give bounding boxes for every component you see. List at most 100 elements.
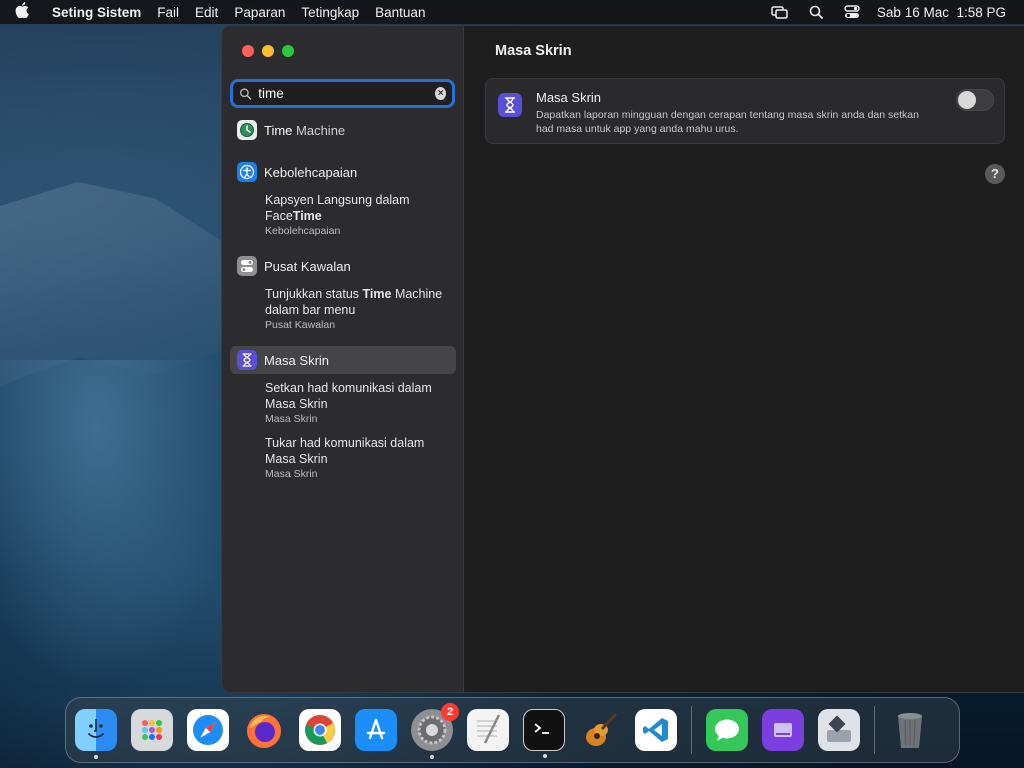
menu-clock[interactable]: Sab 16 Mac 1:58 PG (877, 5, 1006, 20)
dock-messages[interactable] (706, 709, 748, 751)
dock-separator (691, 706, 692, 754)
app-store-icon (366, 718, 386, 740)
time-machine-icon (237, 120, 257, 140)
running-indicator (430, 755, 434, 759)
menu-app-name[interactable]: Seting Sistem (44, 5, 149, 20)
result-group-screen-time: Masa Skrin Setkan had komunikasi dalam M… (230, 346, 456, 481)
subitem-title: Kapsyen Langsung dalam Face (265, 193, 410, 223)
search-input[interactable] (258, 86, 436, 101)
zoom-window-button[interactable] (282, 45, 294, 57)
screen-time-toggle[interactable] (956, 89, 994, 111)
sidebar: × Time Machine Kebolehcapaian (222, 26, 464, 692)
card-title: Masa Skrin (536, 90, 602, 105)
dock-terminal[interactable] (523, 709, 565, 758)
result-subitem[interactable]: Tukar had komunikasi dalam Masa Skrin Ma… (230, 435, 456, 481)
dock-trash[interactable] (889, 709, 931, 751)
vscode-icon (643, 718, 668, 742)
spotlight-search-icon[interactable] (805, 3, 827, 21)
menu-paparan[interactable]: Paparan (226, 5, 293, 20)
subitem-highlight: Time (362, 287, 392, 301)
terminal-icon (534, 723, 549, 734)
system-settings-window: × Time Machine Kebolehcapaian (221, 25, 1024, 693)
screen-time-card: Masa Skrin Dapatkan laporan mingguan den… (485, 78, 1005, 144)
result-time-machine[interactable]: Time Machine (230, 116, 456, 144)
menu-edit[interactable]: Edit (187, 5, 226, 20)
subitem-crumb: Pusat Kawalan (265, 319, 336, 331)
subitem-title: Setkan had komunikasi dalam Masa Skrin (265, 381, 432, 411)
dock-textedit[interactable] (467, 709, 509, 751)
dock-garageband[interactable] (579, 709, 621, 751)
control-center-icon (237, 256, 257, 276)
subitem-title: Tukar had komunikasi dalam Masa Skrin (265, 436, 425, 466)
subitem-crumb: Masa Skrin (265, 413, 318, 425)
search-icon (239, 87, 252, 100)
accessibility-icon (237, 162, 257, 182)
result-control-center[interactable]: Pusat Kawalan (230, 252, 456, 280)
dock-launchpad[interactable] (131, 709, 173, 751)
subitem-highlight: Time (292, 209, 322, 223)
subitem-crumb: Masa Skrin (265, 468, 318, 480)
chrome-icon (305, 715, 335, 745)
result-group-accessibility: Kebolehcapaian Kapsyen Langsung dalam Fa… (230, 158, 456, 238)
result-subitem[interactable]: Tunjukkan status Time Machine dalam bar … (230, 286, 456, 332)
window-controls (242, 45, 294, 57)
guitar-icon (586, 712, 618, 746)
messages-icon (715, 719, 739, 741)
dock-firefox[interactable] (243, 709, 285, 751)
result-screen-time[interactable]: Masa Skrin (230, 346, 456, 374)
clear-search-icon[interactable]: × (435, 87, 446, 100)
minimize-window-button[interactable] (262, 45, 274, 57)
hourglass-icon (498, 93, 522, 117)
textedit-icon (477, 714, 501, 744)
dock-separator (874, 706, 875, 754)
dock: 2 (65, 697, 960, 763)
menu-tetingkap[interactable]: Tetingkap (293, 5, 367, 20)
dock-finder[interactable] (75, 709, 117, 759)
card-description: Dapatkan laporan mingguan dengan cerapan… (536, 109, 919, 135)
dock-safari[interactable] (187, 709, 229, 751)
result-subitem[interactable]: Kapsyen Langsung dalam FaceTime Kebolehc… (230, 192, 456, 238)
drive-icon (774, 723, 792, 737)
main-pane: Masa Skrin Masa Skrin Dapatkan laporan m… (465, 26, 1024, 692)
wallpaper-water (0, 360, 240, 690)
result-label-rest: Machine (292, 122, 346, 138)
safari-icon (193, 715, 223, 745)
page-title: Masa Skrin (495, 43, 572, 59)
subitem-title: Tunjukkan status (265, 287, 363, 301)
launchpad-icon (142, 720, 162, 740)
firefox-icon (247, 714, 281, 748)
control-center-menu-icon[interactable] (841, 3, 863, 21)
result-label: Masa Skrin (264, 352, 330, 368)
menu-bar: Seting Sistem Fail Edit Paparan Tetingka… (0, 0, 1024, 24)
result-accessibility[interactable]: Kebolehcapaian (230, 158, 456, 186)
result-label: Kebolehcapaian (264, 164, 358, 180)
trash-icon (898, 713, 922, 748)
notification-badge: 2 (441, 703, 459, 721)
help-button[interactable]: ? (985, 164, 1005, 184)
running-indicator (94, 755, 98, 759)
disk-utility-icon (827, 715, 851, 742)
dock-podcast-utility[interactable] (762, 709, 804, 751)
search-results: Time Machine Kebolehcapaian Kapsyen Lang… (230, 116, 456, 495)
dock-chrome[interactable] (299, 709, 341, 751)
result-group-time-machine: Time Machine (230, 116, 456, 144)
result-label: Pusat Kawalan (264, 258, 351, 274)
search-field[interactable]: × (230, 79, 455, 108)
close-window-button[interactable] (242, 45, 254, 57)
dock-app-store[interactable] (355, 709, 397, 751)
apple-menu-icon[interactable] (0, 2, 44, 22)
result-group-control-center: Pusat Kawalan Tunjukkan status Time Mach… (230, 252, 456, 332)
dock-vscode[interactable] (635, 709, 677, 751)
dock-system-settings[interactable]: 2 (411, 703, 459, 759)
menu-bantuan[interactable]: Bantuan (367, 5, 433, 20)
result-highlight: Time (264, 122, 293, 138)
screen-mirroring-icon[interactable] (769, 3, 791, 21)
dock-disk-utility[interactable] (818, 709, 860, 751)
running-indicator (543, 754, 547, 758)
finder-icon (88, 719, 104, 738)
result-subitem[interactable]: Setkan had komunikasi dalam Masa Skrin M… (230, 380, 456, 426)
subitem-crumb: Kebolehcapaian (265, 225, 341, 237)
hourglass-icon (237, 350, 257, 370)
menu-fail[interactable]: Fail (149, 5, 187, 20)
toggle-knob (958, 91, 976, 109)
